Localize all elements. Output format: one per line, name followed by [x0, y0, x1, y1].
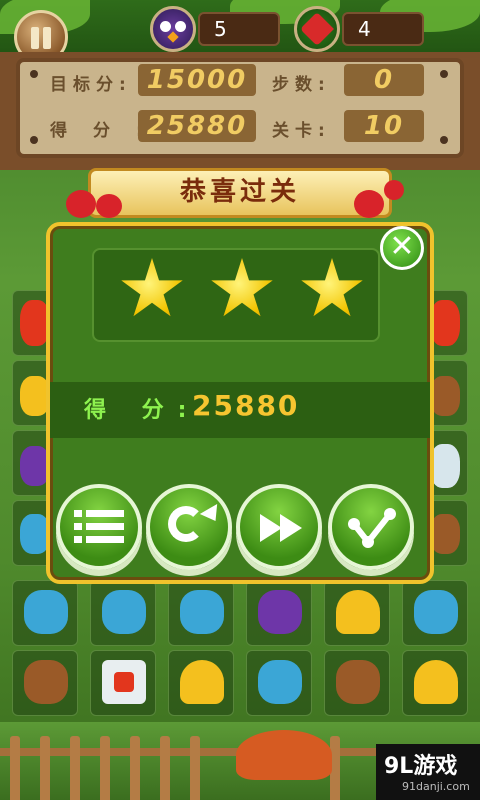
watermark-url: 91danji.com	[402, 780, 470, 793]
heart-decoration	[96, 194, 122, 218]
blue-hippo-candy	[102, 590, 146, 634]
yellow-chick-candy	[414, 660, 458, 704]
ice-block-candy	[102, 660, 146, 704]
share-icon	[348, 508, 396, 548]
red-fox-candy	[430, 300, 460, 346]
close-button[interactable]: ✕	[380, 226, 424, 270]
next-icon	[260, 514, 308, 542]
menu-button[interactable]	[56, 484, 142, 570]
yellow-chick-candy	[180, 660, 224, 704]
score-value: 25880	[138, 110, 256, 142]
fence-post	[160, 736, 170, 800]
purple-owl-candy	[258, 590, 302, 634]
screw	[440, 70, 448, 78]
heart-count: 4	[358, 17, 371, 41]
blue-hippo-candy	[258, 660, 302, 704]
dialog-score-label: 得 分:	[84, 398, 201, 423]
owl-counter: 5	[198, 12, 280, 46]
replay-icon	[168, 506, 204, 542]
owl-count: 5	[214, 17, 227, 41]
blue-hippo-candy	[180, 590, 224, 634]
level-label: 关卡:	[272, 121, 331, 141]
fence-post	[40, 736, 50, 800]
steps-value: 0	[344, 64, 424, 96]
screw	[440, 136, 448, 144]
fence-post	[190, 736, 200, 800]
fence-post	[10, 736, 20, 800]
menu-list-icon	[74, 510, 124, 544]
heart-counter: 4	[342, 12, 424, 46]
target-score-label: 目标分:	[50, 75, 132, 95]
share-button[interactable]	[328, 484, 414, 570]
brown-bear-candy	[430, 514, 460, 554]
target-score-value: 15000	[138, 64, 256, 96]
replay-button[interactable]	[146, 484, 232, 570]
next-level-button[interactable]	[236, 484, 322, 570]
heart-decoration	[384, 180, 404, 200]
owl-icon	[150, 6, 196, 52]
fence-post	[100, 736, 110, 800]
brown-bear-candy	[24, 660, 68, 704]
watermark-brand: 9L游戏	[384, 754, 458, 779]
level-value: 10	[344, 110, 424, 142]
brown-bear-candy	[430, 376, 460, 416]
blue-hippo-candy	[414, 590, 458, 634]
fence-post	[130, 736, 140, 800]
screw	[30, 136, 38, 144]
level-complete-banner: 恭喜过关	[88, 168, 392, 218]
dialog-score-value: 25880	[192, 389, 300, 422]
brown-bear-candy	[336, 660, 380, 704]
screw	[30, 70, 38, 78]
yellow-chick-candy	[336, 590, 380, 634]
broken-heart-icon	[294, 6, 340, 52]
heart-decoration	[66, 190, 96, 218]
heart-decoration	[354, 190, 384, 218]
blue-hippo-candy	[24, 590, 68, 634]
mushroom-house	[236, 730, 332, 780]
steps-label: 步数:	[272, 75, 331, 95]
ice-block-candy	[430, 444, 460, 488]
fence-post	[70, 736, 80, 800]
